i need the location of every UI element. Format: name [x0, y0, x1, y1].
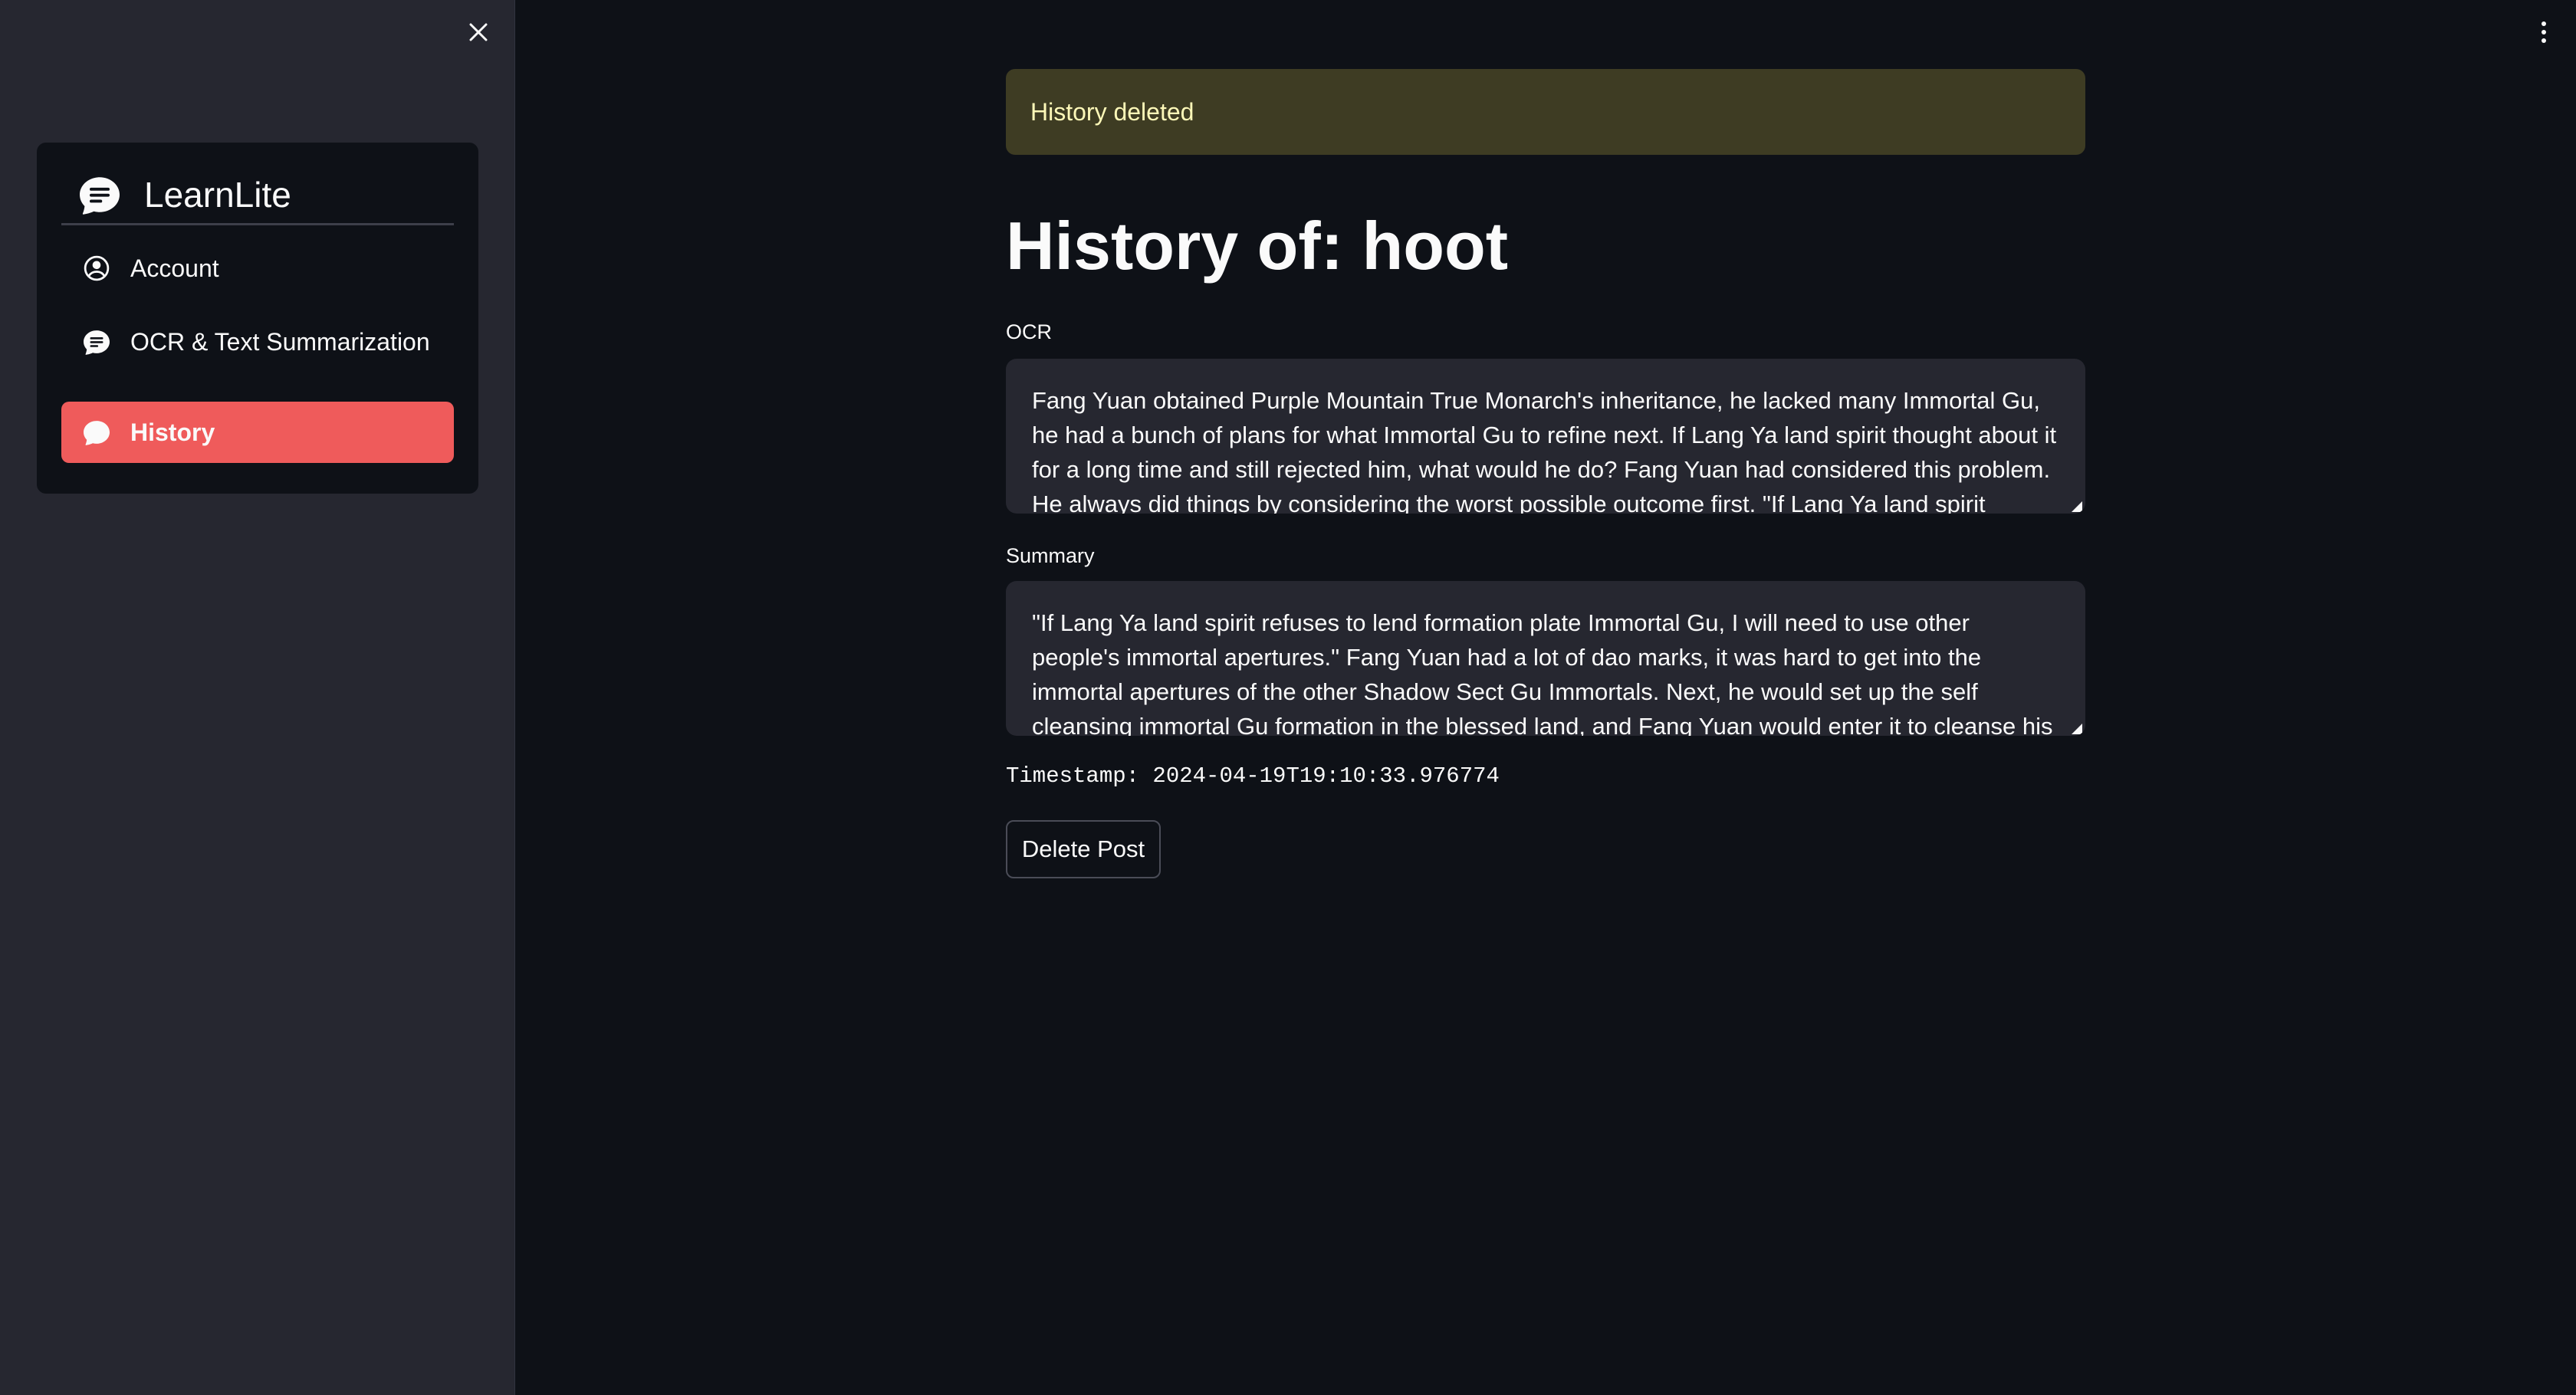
close-sidebar-button[interactable]	[463, 17, 494, 48]
chat-bubble-icon	[81, 327, 112, 357]
close-icon	[469, 23, 488, 41]
vertical-dots-icon	[2542, 21, 2546, 43]
resize-grip-icon[interactable]	[2070, 500, 2082, 512]
summary-text: "If Lang Ya land spirit refuses to lend …	[1032, 609, 2053, 736]
chat-bubble-icon	[81, 417, 112, 448]
delete-post-button[interactable]: Delete Post	[1006, 820, 1161, 878]
summary-textarea[interactable]: "If Lang Ya land spirit refuses to lend …	[1006, 581, 2085, 736]
ocr-label: OCR	[1006, 320, 1052, 343]
ocr-text: Fang Yuan obtained Purple Mountain True …	[1032, 387, 2057, 514]
main-menu-button[interactable]	[2530, 15, 2558, 49]
chat-bubble-icon	[78, 173, 121, 216]
resize-grip-icon[interactable]	[2070, 722, 2082, 734]
sidebar-item-label: OCR & Text Summarization	[130, 327, 430, 356]
brand-header: LearnLite	[61, 166, 454, 225]
sidebar-item-history[interactable]: History	[61, 402, 454, 463]
timestamp: Timestamp: 2024-04-19T19:10:33.976774	[1006, 763, 1500, 789]
status-alert: History deleted	[1006, 69, 2085, 155]
app-title: LearnLite	[144, 174, 291, 215]
sidebar-item-account[interactable]: Account	[61, 238, 454, 299]
sidebar-item-ocr-summarization[interactable]: OCR & Text Summarization	[61, 311, 454, 373]
sidebar-item-label: History	[130, 418, 215, 446]
person-circle-icon	[81, 253, 112, 284]
ocr-textarea[interactable]: Fang Yuan obtained Purple Mountain True …	[1006, 359, 2085, 514]
summary-label: Summary	[1006, 544, 1095, 567]
sidebar: LearnLite Account OCR & Text Summarizati…	[0, 0, 515, 1395]
nav-menu: LearnLite Account OCR & Text Summarizati…	[37, 143, 478, 494]
sidebar-item-label: Account	[130, 254, 219, 282]
page-title: History of: hoot	[1006, 208, 1509, 284]
